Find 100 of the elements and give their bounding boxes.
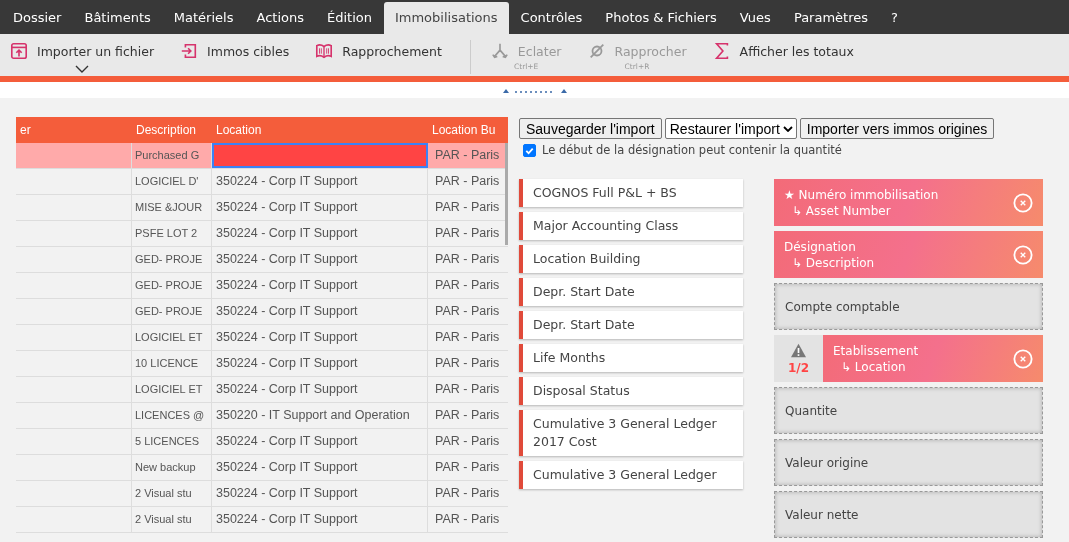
focused-cell[interactable]: [212, 143, 428, 168]
table-cell: LOGICIEL ET: [132, 377, 212, 402]
enter-icon: [180, 42, 199, 60]
table-cell: 10 LICENCE: [132, 351, 212, 376]
table-row[interactable]: LOGICIEL ET 350224 - Corp IT Support PAR - Paris: [16, 325, 508, 351]
table-cell: 350224 - Corp IT Support: [212, 351, 428, 376]
table-cell: 350224 - Corp IT Support: [212, 273, 428, 298]
toolbar-button[interactable]: Afficher les totaux: [712, 40, 854, 62]
empty-field-slot[interactable]: Valeur origine: [774, 439, 1043, 486]
table-row[interactable]: 5 LICENCES 350224 - Corp IT Support PAR - Paris: [16, 429, 508, 455]
table-row[interactable]: 2 Visual stu 350224 - Corp IT Support PAR - Paris: [16, 481, 508, 507]
source-field-card[interactable]: Cumulative 3 General Ledger 2017 Cost: [519, 410, 743, 456]
target-field-name: Etablissement: [833, 343, 920, 358]
source-field-card[interactable]: Major Accounting Class: [519, 212, 743, 240]
source-field-card[interactable]: Depr. Start Date: [519, 311, 743, 339]
warning-count: 1/2: [787, 360, 810, 375]
menu-tab[interactable]: Immobilisations: [383, 2, 509, 34]
table-cell: GED- PROJE: [132, 247, 212, 272]
table-cell: MISE &JOUR: [132, 195, 212, 220]
checkbox[interactable]: [523, 143, 536, 157]
table-cell-text: PAR - Paris: [434, 303, 501, 320]
table-cell: 2 Visual stu: [132, 507, 212, 532]
table-cell: LOGICIEL ET: [132, 325, 212, 350]
table-cell: 350224 - Corp IT Support: [212, 377, 428, 402]
action-button[interactable]: Importer vers immos origines: [799, 118, 995, 139]
menu-tab[interactable]: Contrôles: [509, 2, 594, 34]
table-cell: 350224 - Corp IT Support: [212, 195, 428, 220]
table-cell-text: PAR - Paris: [434, 511, 501, 528]
table-cell: 350224 - Corp IT Support: [212, 429, 428, 454]
table-cell-text: PAR - Paris: [434, 199, 501, 216]
menu-tab[interactable]: Vues: [728, 2, 782, 34]
empty-field-slot[interactable]: Compte comptable: [774, 283, 1043, 330]
action-button[interactable]: Sauvegarder l'import: [519, 118, 662, 139]
table-cell-text: PAR - Paris: [434, 251, 501, 268]
table-cell: PSFE LOT 2: [132, 221, 212, 246]
table-row[interactable]: GED- PROJE 350224 - Corp IT Support PAR - Paris: [16, 273, 508, 299]
table-cell: 2 Visual stu: [132, 481, 212, 506]
close-icon[interactable]: [1013, 244, 1033, 265]
source-field-card[interactable]: Location Building: [519, 245, 743, 273]
menu-tab[interactable]: Actions: [245, 2, 315, 34]
menu-tab[interactable]: Matériels: [162, 2, 245, 34]
table-cell-text: PAR - Paris: [434, 433, 501, 450]
close-icon[interactable]: [1013, 192, 1033, 213]
table-cell-text: PAR - Paris: [434, 407, 501, 424]
warning-icon: [790, 342, 807, 358]
table-cell-text: PAR - Paris: [434, 459, 501, 476]
close-icon[interactable]: [1013, 348, 1033, 369]
sigma-icon: [712, 42, 731, 60]
table-cell: 350224 - Corp IT Support: [212, 507, 428, 532]
table-cell-text: PAR - Paris: [434, 381, 501, 398]
table-cell: 350224 - Corp IT Support: [212, 169, 428, 194]
link-icon: [587, 42, 606, 60]
table-cell: 350224 - Corp IT Support: [212, 455, 428, 480]
table-row[interactable]: GED- PROJE 350224 - Corp IT Support PAR - Paris: [16, 299, 508, 325]
table-cell-text: PAR - Paris: [434, 355, 501, 372]
target-field-name: Désignation: [784, 239, 857, 254]
menu-tab[interactable]: Édition: [315, 2, 383, 34]
table-cell: New backup: [132, 455, 212, 480]
checkbox-label: Le début de la désignation peut contenir la quantité: [542, 143, 842, 157]
table-row[interactable]: LICENCES @ 350220 - IT Support and Operation PAR - Paris: [16, 403, 508, 429]
table-row[interactable]: 10 LICENCE 350224 - Corp IT Support PAR - Paris: [16, 351, 508, 377]
table-cell-text: PAR - Paris: [434, 173, 501, 190]
restore-dropdown[interactable]: Restaurer l'import: [664, 118, 797, 139]
scrollbar[interactable]: [505, 143, 508, 245]
table-row[interactable]: LOGICIEL ET 350224 - Corp IT Support PAR - Paris: [16, 377, 508, 403]
table-cell-text: PAR - Paris: [434, 147, 501, 164]
toolbar-button[interactable]: Importer un fichier: [10, 40, 155, 73]
table-cell-text: PAR - Paris: [434, 225, 501, 242]
source-field-card[interactable]: COGNOS Full P&L + BS: [519, 179, 743, 207]
toolbar-button[interactable]: Immos cibles: [180, 40, 290, 62]
menu-tab[interactable]: Paramètres: [782, 2, 879, 34]
source-field-card[interactable]: Cumulative 3 General Ledger: [519, 461, 743, 489]
mapped-source-name: ↳ Description: [791, 255, 876, 270]
toolbar-button[interactable]: Rapprochement: [315, 40, 442, 62]
mapped-source-name: ↳ Location: [840, 359, 907, 374]
source-field-card[interactable]: Depr. Start Date: [519, 278, 743, 306]
table-cell: 350224 - Corp IT Support: [212, 325, 428, 350]
source-field-card[interactable]: Life Months: [519, 344, 743, 372]
table-row[interactable]: GED- PROJE 350224 - Corp IT Support PAR - Paris: [16, 247, 508, 273]
table-cell-text: PAR - Paris: [434, 485, 501, 502]
menu-tab[interactable]: Dossier: [2, 2, 73, 34]
menu-tab[interactable]: Photos & Fichiers: [594, 2, 728, 34]
table-cell: 350224 - Corp IT Support: [212, 221, 428, 246]
chevron-icon: [782, 125, 793, 132]
book-icon: [315, 42, 334, 60]
empty-field-slot[interactable]: Quantite: [774, 387, 1043, 434]
upload-icon: [10, 42, 28, 60]
table-cell: LICENCES @: [132, 403, 212, 428]
table-cell: 350224 - Corp IT Support: [212, 247, 428, 272]
menu-tab[interactable]: Bâtiments: [73, 2, 162, 34]
empty-field-slot[interactable]: Valeur nette: [774, 491, 1043, 538]
table-row[interactable]: 2 Visual stu 350224 - Corp IT Support PAR - Paris: [16, 507, 508, 533]
source-field-card[interactable]: Disposal Status: [519, 377, 743, 405]
table-row[interactable]: New backup 350224 - Corp IT Support PAR - Paris: [16, 455, 508, 481]
table-cell: 350220 - IT Support and Operation: [212, 403, 428, 428]
table-cell: 5 LICENCES: [132, 429, 212, 454]
mapped-source-name: ↳ Asset Number: [791, 203, 892, 218]
table-row[interactable]: Purchased G PAR - Paris: [16, 143, 508, 169]
menu-tab[interactable]: ?: [880, 2, 909, 34]
table-cell: GED- PROJE: [132, 273, 212, 298]
